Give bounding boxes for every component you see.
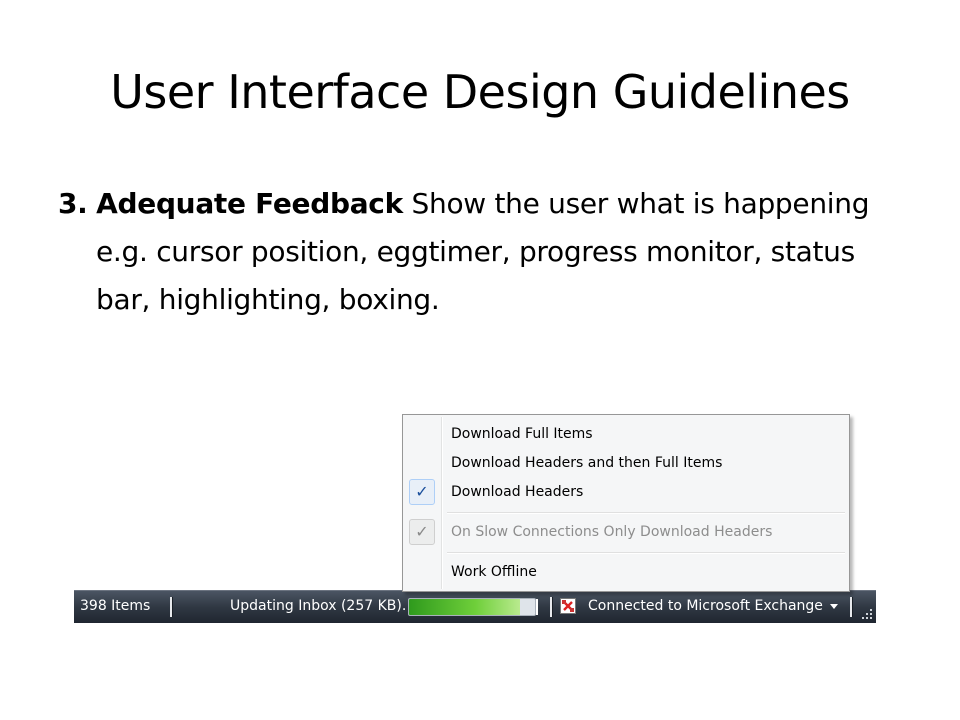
menu-item-slow-connections: ✓ On Slow Connections Only Download Head… <box>405 519 847 545</box>
status-separator <box>170 597 173 617</box>
menu-item-label: On Slow Connections Only Download Header… <box>451 524 773 540</box>
status-separator <box>850 597 853 617</box>
menu-separator <box>447 552 845 554</box>
menu-item-download-full-items[interactable]: Download Full Items <box>405 421 847 447</box>
menu-item-label: Work Offline <box>451 564 537 580</box>
progress-bar <box>408 598 536 616</box>
menu-item-label: Download Headers and then Full Items <box>451 455 723 471</box>
status-bar: 398 Items Updating Inbox (257 KB). Conne… <box>74 590 876 623</box>
bullet-number: 3. <box>58 187 88 220</box>
menu-item-label: Download Full Items <box>451 426 593 442</box>
slide-title: User Interface Design Guidelines <box>110 65 850 119</box>
resize-grip-icon[interactable] <box>862 609 874 621</box>
connection-context-menu: Download Full Items Download Headers and… <box>402 414 850 592</box>
menu-item-work-offline[interactable]: Work Offline <box>405 559 847 585</box>
menu-separator <box>447 512 845 514</box>
progress-end-cap <box>536 599 538 615</box>
progress-fill <box>409 599 520 615</box>
checkmark-icon: ✓ <box>409 519 435 545</box>
menu-item-download-headers[interactable]: ✓ Download Headers <box>405 479 847 505</box>
updating-status: Updating Inbox (257 KB). <box>230 598 407 614</box>
status-separator <box>550 597 553 617</box>
checkmark-icon: ✓ <box>409 479 435 505</box>
chevron-down-icon[interactable] <box>830 604 838 609</box>
bullet-heading: Adequate Feedback <box>96 187 403 220</box>
item-count: 398 Items <box>80 598 151 614</box>
bullet-point: 3. Adequate Feedback Show the user what … <box>58 180 916 324</box>
menu-item-label: Download Headers <box>451 484 584 500</box>
menu-item-download-headers-then-full[interactable]: Download Headers and then Full Items <box>405 450 847 476</box>
connection-status[interactable]: Connected to Microsoft Exchange <box>588 591 823 623</box>
exchange-icon[interactable] <box>560 598 576 614</box>
